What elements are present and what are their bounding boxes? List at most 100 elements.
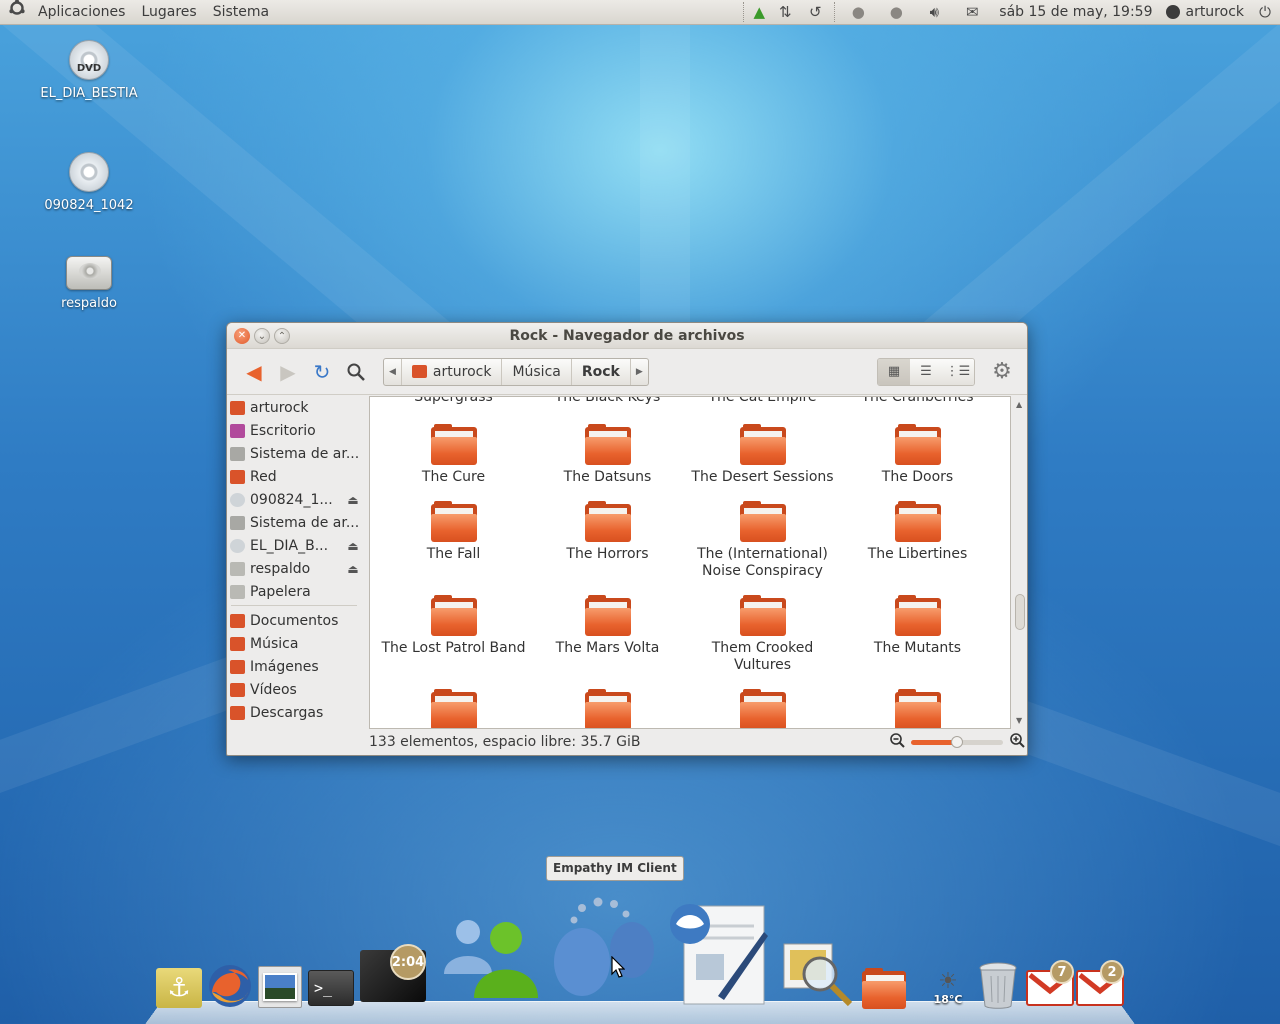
desktop-icon-drive[interactable]: respaldo [19,256,159,311]
gmail-icon[interactable]: 7 [1026,960,1074,1006]
file-item[interactable]: Supergrass [376,397,531,406]
scroll-down-button[interactable]: ▼ [1016,716,1022,725]
contact-icon[interactable]: ● [877,0,915,25]
path-scroll-right-button[interactable]: ▶ [631,359,648,385]
zoom-slider[interactable] [911,735,1003,748]
anchor-icon[interactable]: ⚓ [156,968,202,1008]
eject-icon[interactable]: ⏏ [341,562,365,576]
sidebar-item[interactable]: EL_DIA_B... ⏏ [227,534,365,557]
menu-lugares[interactable]: Lugares [133,0,204,25]
videos-folder-icon [230,682,245,697]
file-item[interactable]: The (International) Noise Conspiracy [685,501,840,580]
file-item[interactable]: The Black Keys [530,397,685,406]
path-crumb-musica[interactable]: Música [502,358,572,385]
file-item[interactable]: The Datsuns [530,424,685,486]
scrollbar-thumb[interactable] [1015,593,1025,630]
download-icon[interactable]: ↺ [800,0,830,25]
desktop-icon-dvd[interactable]: DVD EL_DIA_BESTIA [19,40,159,101]
zoom-in-icon[interactable] [1009,732,1025,752]
file-item[interactable]: The Desert Sessions [685,424,840,486]
path-crumb-home[interactable]: arturock [402,358,503,385]
path-crumb-rock[interactable]: Rock [572,358,631,385]
weather-icon[interactable]: ☀ 18°C [924,966,972,1010]
forward-button[interactable]: ▶ [271,357,305,387]
search-button[interactable] [339,357,373,387]
minimize-window-button[interactable]: ⌄ [254,327,270,344]
sidebar-item[interactable]: Papelera [227,580,365,603]
sidebar-item[interactable]: Descargas [227,701,365,724]
compact-view-button[interactable]: ⋮☰ [942,358,974,385]
file-item-label: The Cranberries [861,396,974,405]
mail-icon[interactable]: ✉ [953,0,991,25]
volume-icon[interactable]: 🔊︎ [915,0,953,25]
sidebar-item[interactable]: arturock [227,396,365,419]
reload-button[interactable]: ↻ [305,357,339,387]
power-icon[interactable]: ⏻ [1250,0,1280,25]
clock-app-icon[interactable]: 2:04 [360,944,426,1002]
gear-icon[interactable]: ⚙ [987,357,1017,387]
image-viewer-icon[interactable] [258,966,302,1008]
file-item[interactable] [685,689,840,728]
file-item[interactable]: The Cat Empire [685,397,840,406]
menu-aplicaciones[interactable]: Aplicaciones [30,0,133,25]
path-scroll-left-button[interactable]: ◀ [384,358,402,385]
terminal-icon[interactable]: >_ [308,970,354,1006]
file-item[interactable]: The Lost Patrol Band [376,595,531,657]
file-view[interactable]: Supergrass The Black Keys The Cat Empire Th… [369,396,1011,729]
sidebar-item[interactable]: Sistema de ar... [227,511,365,534]
file-item[interactable]: The Mars Volta [530,595,685,657]
menu-sistema[interactable]: Sistema [205,0,277,25]
text-editor-icon[interactable] [668,902,772,1006]
folder-icon [739,501,786,542]
contact-icon[interactable]: ● [839,0,877,25]
gmail-icon[interactable]: 2 [1076,960,1124,1006]
file-item[interactable] [530,689,685,728]
user-menu[interactable]: arturock [1160,4,1250,20]
file-item[interactable]: Them Crooked Vultures [685,595,840,674]
maximize-window-button[interactable]: ⌃ [274,327,290,344]
network-tree-icon[interactable]: ▲ [748,0,770,25]
file-item[interactable] [840,689,995,728]
trash-icon[interactable] [978,962,1018,1010]
file-item[interactable]: The Horrors [530,501,685,563]
empathy-im-icon[interactable] [552,894,658,1000]
sidebar-item[interactable]: respaldo ⏏ [227,557,365,580]
zoom-slider-knob[interactable] [951,735,963,748]
sidebar-item[interactable]: Imágenes [227,655,365,678]
window-titlebar[interactable]: ✕ ⌄ ⌃ Rock - Navegador de archivos [227,323,1027,349]
list-view-button[interactable]: ☰ [910,358,942,385]
sidebar-item[interactable]: Documentos [227,609,365,632]
file-item[interactable]: The Mutants [840,595,995,657]
eject-icon[interactable]: ⏏ [341,539,365,553]
file-item[interactable]: The Libertines [840,501,995,563]
eject-icon[interactable]: ⏏ [341,493,365,507]
sidebar-item[interactable]: Red [227,465,365,488]
panel-clock[interactable]: sáb 15 de may, 19:59 [991,4,1160,20]
file-item[interactable]: The Cranberries [840,396,995,406]
sidebar-item[interactable]: Música [227,632,365,655]
vertical-scrollbar[interactable]: ▲ ▼ [1013,396,1027,729]
ubuntu-logo-icon[interactable] [0,0,30,26]
file-item[interactable]: The Fall [376,501,531,563]
back-button[interactable]: ◀ [237,357,271,387]
empathy-buddies-icon[interactable] [438,914,544,1000]
sidebar-item[interactable]: Vídeos [227,678,365,701]
sidebar-item[interactable]: Sistema de ar... [227,442,365,465]
sidebar-item[interactable]: 090824_1... ⏏ [227,488,365,511]
file-item-label: The Datsuns [563,469,652,485]
file-item[interactable] [376,689,531,728]
sidebar-item[interactable]: Escritorio [227,419,365,442]
mouse-cursor-icon [611,955,626,982]
scroll-up-button[interactable]: ▲ [1016,400,1022,409]
folder-icon[interactable] [860,968,908,1010]
desktop-icon-cd[interactable]: 090824_1042 [19,152,159,213]
firefox-icon[interactable] [206,962,254,1010]
folder-icon [894,424,941,465]
file-item[interactable]: The Doors [840,424,995,486]
zoom-out-icon[interactable] [889,732,905,752]
icon-view-button[interactable]: ▦ [878,358,910,385]
file-item[interactable]: The Cure [376,424,531,486]
transfer-icon[interactable]: ⇅ [770,0,800,25]
close-window-button[interactable]: ✕ [234,327,250,344]
image-search-icon[interactable] [780,938,856,1008]
